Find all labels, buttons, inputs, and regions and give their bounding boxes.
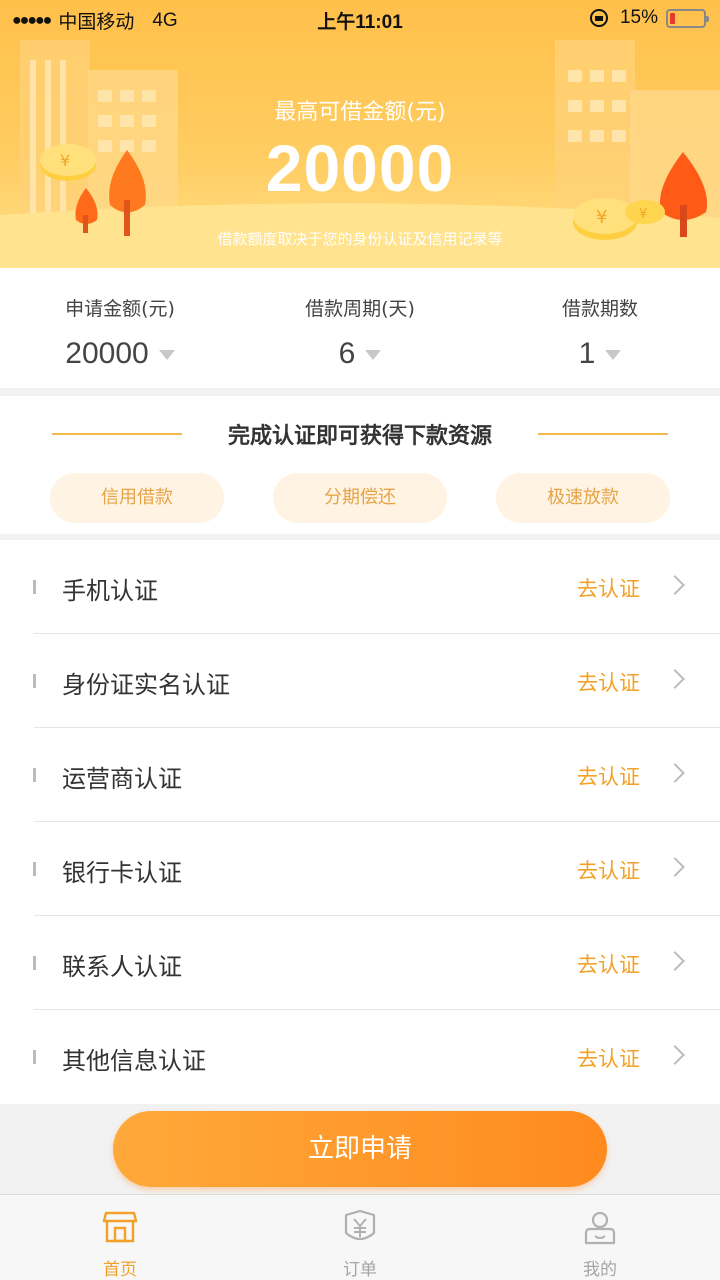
- param-value: 1: [578, 337, 596, 370]
- tab-label: 首页: [103, 1260, 137, 1280]
- tag-installment: 分期偿还: [273, 473, 447, 523]
- param-value: 6: [338, 337, 356, 370]
- param-label: 借款期数: [561, 298, 638, 320]
- caret-down-icon: [605, 350, 622, 360]
- param-value: 20000: [65, 337, 149, 370]
- param-label: 申请金额(元): [65, 298, 175, 320]
- list-item-contacts[interactable]: 联系人认证 去认证: [0, 916, 720, 1010]
- item-action[interactable]: 去认证: [577, 855, 640, 885]
- item-name: 手机认证: [62, 577, 158, 605]
- tag-fast-payout: 极速放款: [496, 473, 670, 523]
- cert-list: 手机认证 去认证 身份证实名认证 去认证 运营商认证 去认证 银行卡认证 去认证…: [0, 540, 720, 1104]
- item-action[interactable]: 去认证: [577, 1043, 640, 1073]
- cert-header: 完成认证即可获得下款资源 信用借款 分期偿还 极速放款: [0, 396, 720, 534]
- param-installments[interactable]: 借款期数 1: [480, 268, 720, 388]
- param-amount[interactable]: 申请金额(元) 20000: [0, 268, 240, 388]
- chevron-right-icon: [665, 1045, 685, 1065]
- item-action[interactable]: 去认证: [577, 761, 640, 791]
- item-action[interactable]: 去认证: [577, 667, 640, 697]
- user-icon: [584, 1211, 616, 1245]
- divider: [538, 433, 668, 435]
- rotation-lock-icon: [589, 9, 608, 27]
- hero-banner: ¥ ¥ ¥ ●●●●● 中国移动 4G 上午11:01 15% 最高可借金额(元…: [0, 0, 720, 268]
- chevron-right-icon: [665, 669, 685, 689]
- item-action[interactable]: 去认证: [577, 573, 640, 603]
- item-name: 身份证实名认证: [62, 671, 230, 699]
- loan-params: 申请金额(元) 20000 借款周期(天) 6 借款期数 1: [0, 268, 720, 388]
- tag-credit-loan: 信用借款: [50, 473, 224, 523]
- chevron-right-icon: [665, 763, 685, 783]
- item-name: 运营商认证: [62, 765, 182, 793]
- chevron-right-icon: [665, 575, 685, 595]
- item-name: 银行卡认证: [62, 859, 182, 887]
- list-item-other-info[interactable]: 其他信息认证 去认证: [0, 1010, 720, 1104]
- chevron-right-icon: [665, 857, 685, 877]
- svg-text:¥: ¥: [596, 207, 607, 228]
- svg-text:¥: ¥: [639, 207, 647, 222]
- battery-percent: 15%: [619, 7, 658, 28]
- status-bar: ●●●●● 中国移动 4G 上午11:01 15%: [0, 0, 720, 40]
- tab-bar: 首页 订单 我的: [0, 1194, 720, 1280]
- yen-receipt-icon: [344, 1209, 376, 1241]
- caret-down-icon: [158, 350, 175, 360]
- param-label: 借款周期(天): [305, 298, 415, 320]
- param-period[interactable]: 借款周期(天) 6: [240, 268, 480, 388]
- list-item-carrier[interactable]: 运营商认证 去认证: [0, 728, 720, 822]
- apply-button[interactable]: 立即申请: [113, 1111, 607, 1187]
- tab-label: 订单: [343, 1260, 377, 1280]
- tab-orders[interactable]: 订单: [240, 1195, 480, 1280]
- tab-label: 我的: [583, 1260, 617, 1280]
- list-item-phone[interactable]: 手机认证 去认证: [0, 540, 720, 634]
- chevron-right-icon: [665, 951, 685, 971]
- battery-icon: [666, 8, 709, 28]
- amount-note: 借款额度取决于您的身份认证及信用记录等: [217, 230, 503, 248]
- item-action[interactable]: 去认证: [577, 949, 640, 979]
- tab-home[interactable]: 首页: [0, 1195, 240, 1280]
- caret-down-icon: [365, 350, 382, 360]
- item-name: 其他信息认证: [62, 1047, 206, 1075]
- list-item-bank-card[interactable]: 银行卡认证 去认证: [0, 822, 720, 916]
- max-amount-label: 最高可借金额(元): [274, 100, 446, 125]
- list-item-id-card[interactable]: 身份证实名认证 去认证: [0, 634, 720, 728]
- item-name: 联系人认证: [62, 953, 182, 981]
- tab-mine[interactable]: 我的: [480, 1195, 720, 1280]
- max-amount-value: 20000: [265, 131, 455, 205]
- shop-icon: [102, 1211, 138, 1243]
